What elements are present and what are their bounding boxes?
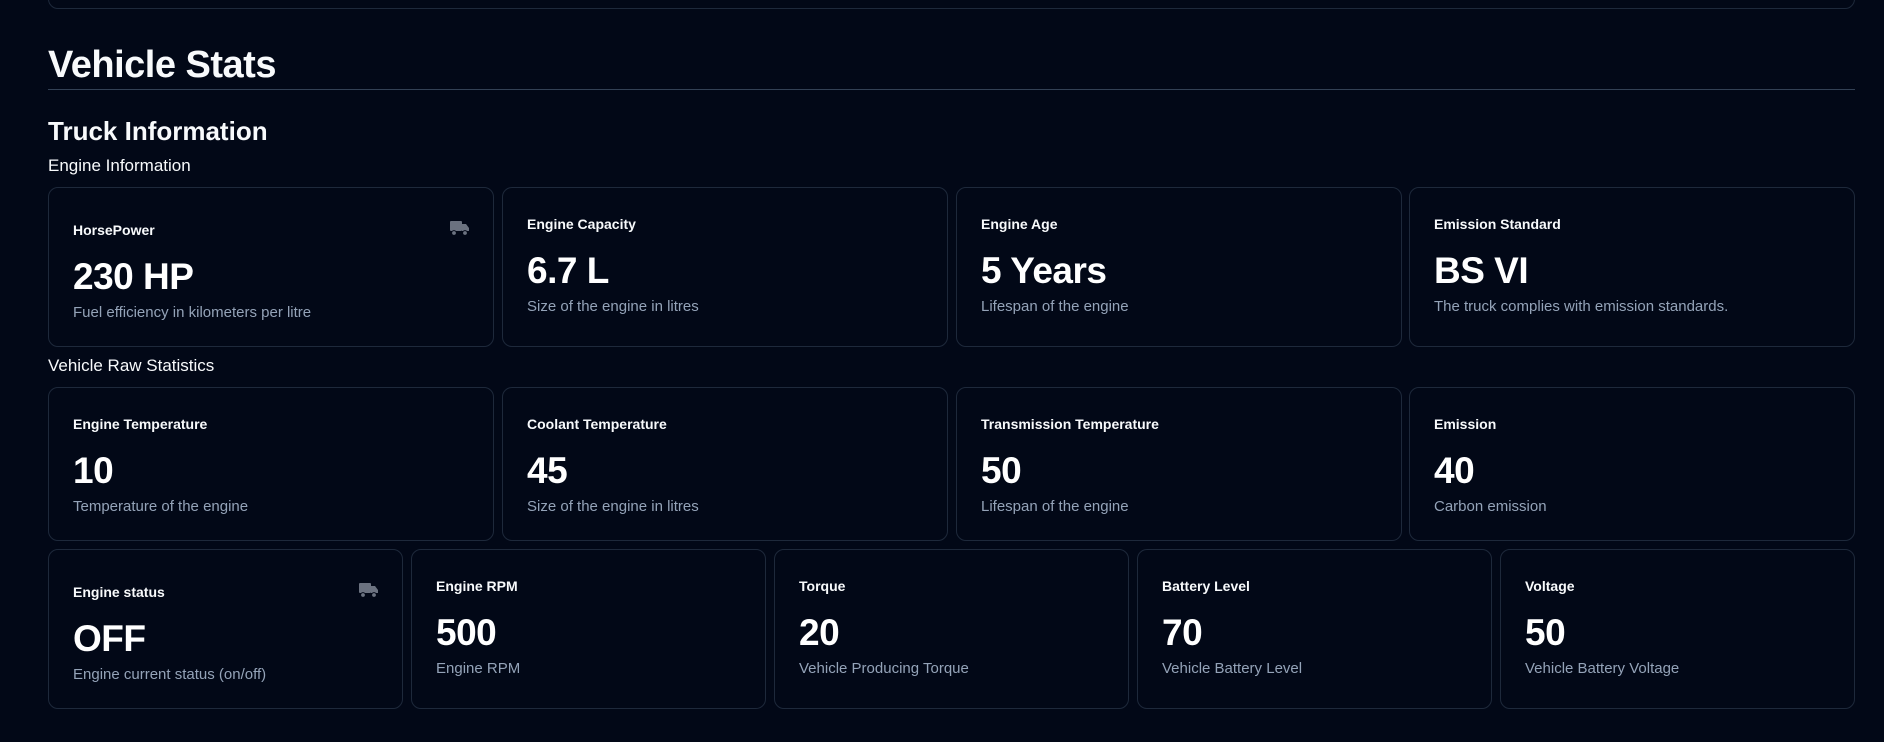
card-value: BS VI <box>1434 250 1529 291</box>
truck-icon <box>358 581 380 599</box>
vehicle-stats-page: Vehicle Stats Truck Information Engine I… <box>0 0 1884 742</box>
card-description: Engine RPM <box>436 660 521 677</box>
coolant-temperature-card: Coolant Temperature 45 Size of the engin… <box>502 387 948 541</box>
card-label: Engine RPM <box>436 578 518 594</box>
card-description: Temperature of the engine <box>73 498 249 515</box>
card-value: 20 <box>799 612 840 653</box>
card-label: HorsePower <box>73 222 155 238</box>
card-value: 50 <box>981 450 1022 491</box>
card-value: 70 <box>1162 612 1203 653</box>
card-value: 5 Years <box>981 250 1107 291</box>
vehicle-raw-statistics-heading: Vehicle Raw Statistics <box>48 356 215 375</box>
card-label: Engine Temperature <box>73 416 208 432</box>
card-description: The truck complies with emission standar… <box>1434 298 1729 315</box>
page-title: Vehicle Stats <box>48 44 276 86</box>
torque-card: Torque 20 Vehicle Producing Torque <box>774 549 1129 709</box>
card-description: Fuel efficiency in kilometers per litre <box>73 304 312 321</box>
card-label: Battery Level <box>1162 578 1250 594</box>
card-value: 500 <box>436 612 497 653</box>
card-label: Emission Standard <box>1434 216 1561 232</box>
card-description: Engine current status (on/off) <box>73 666 267 683</box>
card-label: Engine Capacity <box>527 216 636 232</box>
voltage-card: Voltage 50 Vehicle Battery Voltage <box>1500 549 1855 709</box>
engine-temperature-card: Engine Temperature 10 Temperature of the… <box>48 387 494 541</box>
section-title: Truck Information <box>48 116 268 146</box>
card-label: Emission <box>1434 416 1497 432</box>
truck-icon <box>449 219 471 237</box>
card-label: Transmission Temperature <box>981 416 1159 432</box>
emission-card: Emission 40 Carbon emission <box>1409 387 1855 541</box>
card-value: 45 <box>527 450 568 491</box>
card-description: Vehicle Battery Level <box>1162 660 1303 677</box>
engine-status-card: Engine status OFF Engine current status … <box>48 549 403 709</box>
card-label: Engine status <box>73 584 165 600</box>
card-label: Coolant Temperature <box>527 416 667 432</box>
title-divider <box>48 89 1855 90</box>
card-label: Torque <box>799 578 846 594</box>
card-value: 50 <box>1525 612 1566 653</box>
card-value: OFF <box>73 618 146 659</box>
transmission-temperature-card: Transmission Temperature 50 Lifespan of … <box>956 387 1402 541</box>
previous-section-card <box>48 0 1855 9</box>
card-description: Vehicle Producing Torque <box>799 660 969 677</box>
card-value: 6.7 L <box>527 250 609 291</box>
card-label: Engine Age <box>981 216 1058 232</box>
engine-age-card: Engine Age 5 Years Lifespan of the engin… <box>956 187 1402 347</box>
card-description: Lifespan of the engine <box>981 498 1129 515</box>
engine-rpm-card: Engine RPM 500 Engine RPM <box>411 549 766 709</box>
engine-capacity-card: Engine Capacity 6.7 L Size of the engine… <box>502 187 948 347</box>
card-value: 230 HP <box>73 256 194 297</box>
card-description: Lifespan of the engine <box>981 298 1129 315</box>
card-label: Voltage <box>1525 578 1575 594</box>
card-value: 10 <box>73 450 114 491</box>
horsepower-card: HorsePower 230 HP Fuel efficiency in kil… <box>48 187 494 347</box>
card-description: Vehicle Battery Voltage <box>1525 660 1680 677</box>
card-description: Carbon emission <box>1434 498 1547 515</box>
card-description: Size of the engine in litres <box>527 498 699 515</box>
battery-level-card: Battery Level 70 Vehicle Battery Level <box>1137 549 1492 709</box>
card-description: Size of the engine in litres <box>527 298 699 315</box>
engine-information-heading: Engine Information <box>48 156 191 175</box>
card-value: 40 <box>1434 450 1475 491</box>
emission-standard-card: Emission Standard BS VI The truck compli… <box>1409 187 1855 347</box>
